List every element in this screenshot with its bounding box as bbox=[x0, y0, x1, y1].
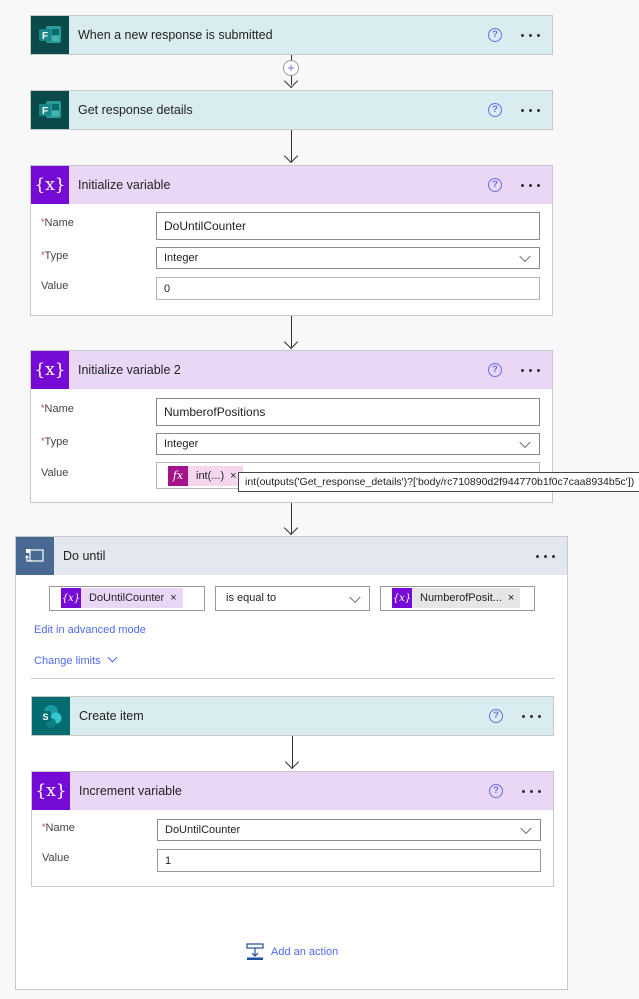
arrow-down-icon bbox=[283, 520, 299, 536]
help-icon[interactable]: ? bbox=[488, 28, 502, 42]
variable-token[interactable]: {x} NumberofPosit... × bbox=[392, 588, 521, 608]
init-variable-card[interactable]: {x} Initialize variable ? *Name DoUntilC… bbox=[30, 165, 553, 316]
get-response-header[interactable]: F Get response details ? bbox=[31, 91, 552, 129]
svg-text:F: F bbox=[42, 31, 48, 42]
name-label: *Name bbox=[41, 403, 74, 415]
variable-icon: {x} bbox=[61, 588, 81, 608]
more-options-icon[interactable] bbox=[519, 783, 543, 793]
more-options-icon[interactable] bbox=[518, 102, 542, 112]
type-select[interactable]: Integer bbox=[156, 433, 540, 455]
value-input[interactable]: 1 bbox=[157, 849, 541, 872]
value-input[interactable]: 0 bbox=[156, 277, 540, 300]
remove-token-icon[interactable]: × bbox=[170, 592, 182, 604]
add-action-label: Add an action bbox=[271, 946, 339, 958]
create-item-card[interactable]: S Create item ? bbox=[31, 696, 554, 736]
increment-variable-title: Increment variable bbox=[79, 784, 182, 798]
chevron-down-icon bbox=[519, 250, 531, 263]
condition-operator-select[interactable]: is equal to bbox=[215, 586, 370, 611]
edit-advanced-mode-link[interactable]: Edit in advanced mode bbox=[34, 624, 146, 636]
value-field-row: Value 1 bbox=[32, 849, 553, 872]
init-variable-2-header[interactable]: {x} Initialize variable 2 ? bbox=[31, 351, 552, 389]
add-action-icon bbox=[246, 943, 264, 960]
fx-icon: fx bbox=[168, 465, 188, 486]
arrow-down-icon bbox=[283, 148, 299, 164]
forms-icon: F bbox=[31, 91, 69, 129]
name-input[interactable]: DoUntilCounter bbox=[156, 212, 540, 240]
do-until-card[interactable]: Do until {x} DoUntilCounter × is equal t… bbox=[15, 536, 568, 990]
name-field-row: *Name NumberofPositions bbox=[31, 398, 552, 426]
condition-right-field[interactable]: {x} NumberofPosit... × bbox=[380, 586, 535, 611]
get-response-title: Get response details bbox=[78, 103, 193, 117]
sharepoint-icon: S bbox=[32, 697, 70, 735]
help-icon[interactable]: ? bbox=[488, 178, 502, 192]
type-label: *Type bbox=[41, 250, 69, 262]
chevron-down-icon bbox=[349, 591, 361, 603]
type-select[interactable]: Integer bbox=[156, 247, 540, 269]
forms-icon: F bbox=[31, 16, 69, 54]
init-variable-header[interactable]: {x} Initialize variable ? bbox=[31, 166, 552, 204]
variable-token[interactable]: {x} DoUntilCounter × bbox=[61, 588, 183, 608]
value-field-row: Value 0 bbox=[31, 277, 552, 300]
init-variable-2-title: Initialize variable 2 bbox=[78, 363, 181, 377]
variable-icon: {x} bbox=[31, 166, 69, 204]
variable-icon: {x} bbox=[32, 772, 70, 810]
value-label: Value bbox=[42, 852, 70, 864]
help-icon[interactable]: ? bbox=[489, 784, 503, 798]
divider bbox=[31, 678, 555, 679]
increment-variable-header[interactable]: {x} Increment variable ? bbox=[32, 772, 553, 810]
more-options-icon[interactable] bbox=[519, 708, 543, 718]
value-label: Value bbox=[41, 280, 69, 292]
name-label: *Name bbox=[41, 217, 74, 229]
help-icon[interactable]: ? bbox=[488, 103, 502, 117]
value-label: Value bbox=[41, 467, 69, 479]
name-select[interactable]: DoUntilCounter bbox=[157, 819, 541, 841]
variable-icon: {x} bbox=[31, 351, 69, 389]
variable-icon: {x} bbox=[392, 588, 412, 608]
init-variable-title: Initialize variable bbox=[78, 178, 171, 192]
name-input[interactable]: NumberofPositions bbox=[156, 398, 540, 426]
increment-variable-card[interactable]: {x} Increment variable ? *Name DoUntilCo… bbox=[31, 771, 554, 887]
arrow-down-icon bbox=[284, 754, 300, 770]
trigger-header[interactable]: F When a new response is submitted ? bbox=[31, 16, 552, 54]
do-until-header[interactable]: Do until bbox=[16, 537, 567, 575]
trigger-title: When a new response is submitted bbox=[78, 28, 273, 42]
arrow-down-icon bbox=[283, 334, 299, 350]
svg-text:S: S bbox=[43, 712, 49, 722]
more-options-icon[interactable] bbox=[533, 548, 557, 558]
create-item-title: Create item bbox=[79, 709, 144, 723]
type-field-row: *Type Integer bbox=[31, 247, 552, 269]
name-field-row: *Name DoUntilCounter bbox=[31, 212, 552, 240]
more-options-icon[interactable] bbox=[518, 362, 542, 372]
arrow-down-icon bbox=[283, 73, 299, 89]
change-limits-link[interactable]: Change limits bbox=[34, 652, 118, 667]
create-item-header[interactable]: S Create item ? bbox=[32, 697, 553, 735]
name-label: *Name bbox=[42, 822, 75, 834]
chevron-down-icon bbox=[519, 436, 531, 449]
chevron-down-icon bbox=[107, 652, 118, 663]
do-until-title: Do until bbox=[63, 549, 106, 563]
more-options-icon[interactable] bbox=[518, 177, 542, 187]
remove-token-icon[interactable]: × bbox=[508, 592, 520, 604]
type-label: *Type bbox=[41, 436, 69, 448]
svg-text:F: F bbox=[42, 106, 48, 117]
help-icon[interactable]: ? bbox=[488, 363, 502, 377]
loop-icon bbox=[16, 537, 54, 575]
chevron-down-icon bbox=[520, 822, 532, 835]
condition-left-field[interactable]: {x} DoUntilCounter × bbox=[49, 586, 205, 611]
expression-tooltip: int(outputs('Get_response_details')?['bo… bbox=[238, 472, 639, 492]
help-icon[interactable]: ? bbox=[489, 709, 503, 723]
get-response-card[interactable]: F Get response details ? bbox=[30, 90, 553, 130]
more-options-icon[interactable] bbox=[518, 27, 542, 37]
expression-token[interactable]: fx int(...) × bbox=[168, 465, 243, 486]
type-field-row: *Type Integer bbox=[31, 433, 552, 455]
name-field-row: *Name DoUntilCounter bbox=[32, 819, 553, 841]
trigger-card[interactable]: F When a new response is submitted ? bbox=[30, 15, 553, 55]
add-action-button[interactable]: Add an action bbox=[246, 942, 338, 962]
